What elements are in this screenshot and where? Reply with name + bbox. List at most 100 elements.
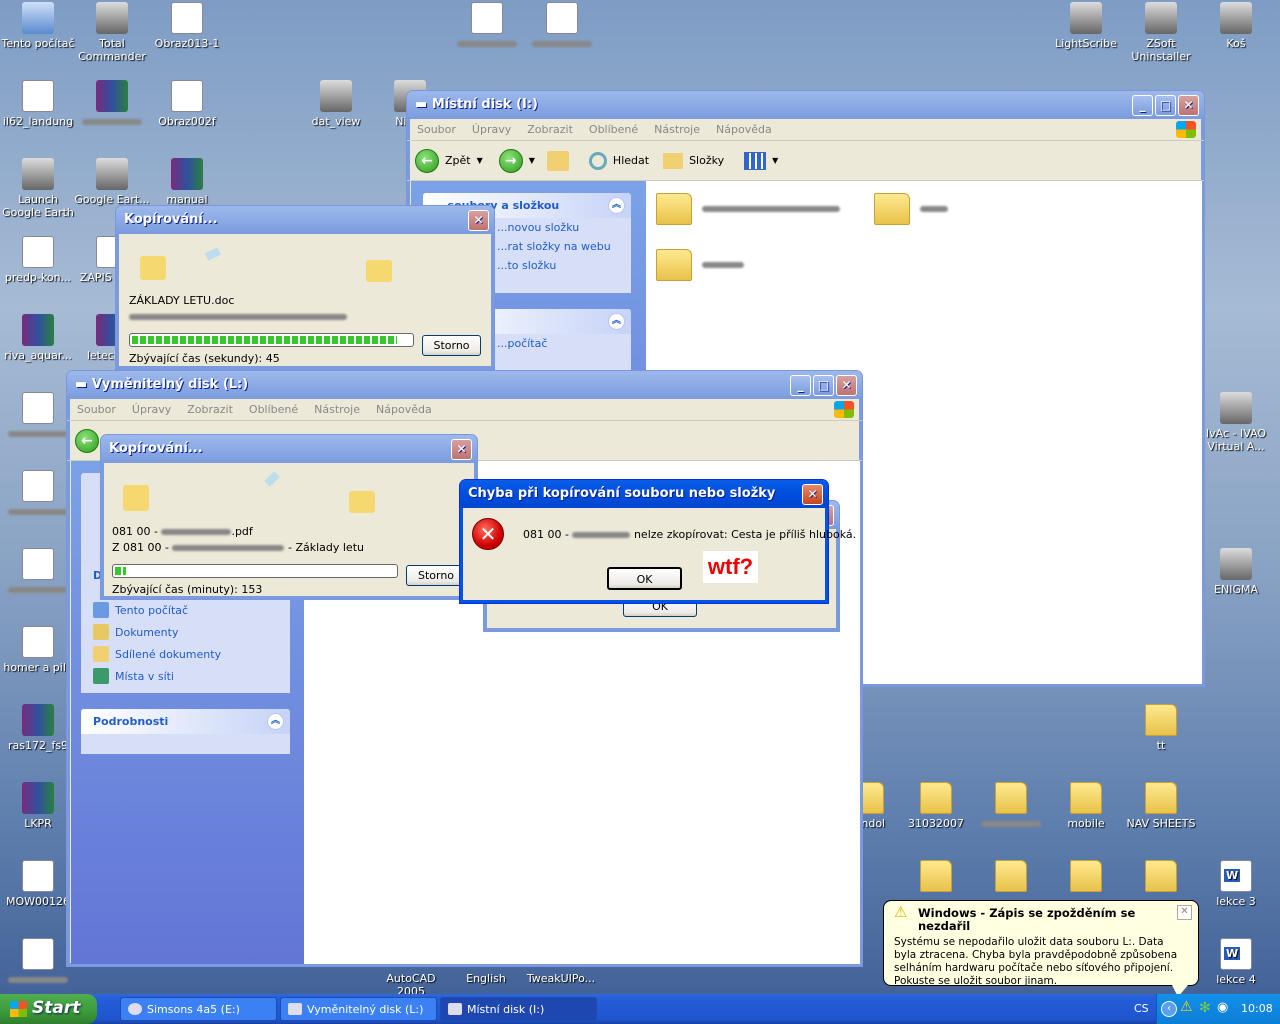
minimize-button[interactable]: _: [1132, 95, 1153, 116]
desktop-icon[interactable]: [1123, 860, 1199, 895]
close-button[interactable]: ✕: [802, 484, 823, 505]
language-indicator[interactable]: CS: [1134, 1002, 1149, 1015]
place-link-sdilene-dokumenty[interactable]: Sdílené dokumenty: [81, 643, 290, 665]
menu-upravy[interactable]: Úpravy: [132, 403, 171, 416]
desktop-icon[interactable]: MOW00126: [0, 860, 76, 908]
desktop-icon[interactable]: Tento počítač: [0, 2, 76, 50]
task-removable-disk-l[interactable]: Vyměnitelný disk (L:): [280, 997, 437, 1021]
green-tray-icon[interactable]: ✻: [1199, 1000, 1211, 1016]
close-button[interactable]: ✕: [836, 375, 857, 396]
back-button[interactable]: Zpět: [445, 154, 471, 167]
place-link-mista-v-siti[interactable]: Místa v síti: [81, 665, 290, 687]
maximize-button[interactable]: □: [1155, 95, 1176, 116]
desktop-icon[interactable]: manual: [149, 158, 225, 206]
folder-item[interactable]: [656, 249, 744, 281]
desktop-icon[interactable]: [898, 860, 974, 895]
desktop-icon[interactable]: Google Eart...: [74, 158, 150, 206]
balloon-close-button[interactable]: ✕: [1177, 905, 1192, 920]
cancel-button[interactable]: Storno: [422, 335, 481, 356]
close-button[interactable]: ✕: [1178, 95, 1199, 116]
search-button[interactable]: Hledat: [613, 154, 649, 167]
desktop-icon[interactable]: [1048, 860, 1124, 895]
views-icon[interactable]: [744, 151, 767, 170]
desktop-icon[interactable]: [0, 548, 76, 596]
show-hidden-icons-button[interactable]: ‹: [1161, 1001, 1177, 1017]
desktop-icon[interactable]: TweakUIPo...: [523, 972, 599, 985]
search-icon[interactable]: [588, 151, 607, 170]
cancel-button[interactable]: Storno: [406, 565, 466, 586]
back-arrow-icon[interactable]: ←: [75, 428, 99, 453]
desktop-icon[interactable]: LightScribe: [1048, 2, 1124, 50]
desktop-icon[interactable]: English: [448, 972, 524, 985]
title-bar[interactable]: Kopírování... ✕: [101, 435, 477, 463]
desktop-icon[interactable]: Koš: [1198, 2, 1274, 50]
desktop-icon[interactable]: [973, 782, 1049, 830]
desktop-icon[interactable]: [0, 470, 76, 518]
desktop-icon[interactable]: ENIGMA: [1198, 548, 1274, 596]
title-bar[interactable]: Chyba při kopírování souboru nebo složky…: [460, 480, 828, 508]
menu-oblibene[interactable]: Oblíbené: [249, 403, 298, 416]
forward-arrow-icon[interactable]: →: [498, 148, 523, 173]
task-simsons-e[interactable]: Simsons 4a5 (E:): [120, 997, 277, 1021]
desktop-icon[interactable]: [973, 860, 1049, 895]
desktop-icon[interactable]: lekce 3: [1198, 860, 1274, 908]
views-dropdown-icon[interactable]: ▼: [772, 156, 778, 165]
desktop-icon[interactable]: [0, 392, 76, 440]
desktop-icon[interactable]: [449, 2, 525, 50]
folders-icon[interactable]: [663, 152, 684, 169]
place-link-dokumenty[interactable]: Dokumenty: [81, 621, 290, 643]
menu-nastroje[interactable]: Nástroje: [654, 123, 700, 136]
forward-dropdown-icon[interactable]: ▼: [529, 156, 535, 165]
ok-button[interactable]: OK: [607, 567, 682, 590]
menu-upravy[interactable]: Úpravy: [472, 123, 511, 136]
folder-item[interactable]: [656, 193, 840, 225]
desktop-icon[interactable]: Launch Google Earth: [0, 158, 76, 219]
collapse-chevron-icon[interactable]: ︽: [608, 313, 625, 330]
menu-zobrazit[interactable]: Zobrazit: [527, 123, 573, 136]
collapse-chevron-icon[interactable]: ︽: [267, 713, 284, 730]
desktop-icon[interactable]: 31032007: [898, 782, 974, 830]
desktop-icon[interactable]: IvAc - IVAO Virtual A...: [1198, 392, 1274, 453]
back-dropdown-icon[interactable]: ▼: [477, 156, 483, 165]
warning-tray-icon[interactable]: ⚠: [1180, 999, 1193, 1015]
desktop-icon[interactable]: LKPR: [0, 782, 76, 830]
desktop-icon[interactable]: tt: [1123, 704, 1199, 752]
clock[interactable]: 10:08: [1241, 1002, 1273, 1015]
notification-balloon[interactable]: ⚠ Windows - Zápis se zpožděním se nezdaři…: [883, 900, 1199, 987]
folder-item[interactable]: [874, 193, 948, 225]
desktop-icon[interactable]: [0, 938, 76, 986]
desktop-icon[interactable]: Obraz013-1: [149, 2, 225, 50]
menu-soubor[interactable]: Soubor: [77, 403, 116, 416]
folders-button[interactable]: Složky: [689, 154, 724, 167]
task-local-disk-i[interactable]: Místní disk (I:): [440, 997, 597, 1021]
title-bar[interactable]: Kopírování... ✕: [116, 206, 494, 234]
desktop-icon[interactable]: predp-kon...: [0, 236, 76, 284]
desktop-icon[interactable]: dat_view: [298, 80, 374, 128]
close-button[interactable]: ✕: [468, 210, 489, 231]
menu-napoveda[interactable]: Nápověda: [376, 403, 432, 416]
maximize-button[interactable]: □: [813, 375, 834, 396]
minimize-button[interactable]: _: [790, 375, 811, 396]
desktop-icon[interactable]: ZSoft Uninstaller: [1123, 2, 1199, 63]
menu-napoveda[interactable]: Nápověda: [716, 123, 772, 136]
back-arrow-icon[interactable]: ←: [415, 148, 439, 173]
desktop-icon[interactable]: Total Commander: [74, 2, 150, 63]
speaker-tray-icon[interactable]: ◉: [1217, 1000, 1228, 1015]
desktop-icon[interactable]: lekce 4: [1198, 938, 1274, 986]
desktop-icon[interactable]: homer a pilo: [0, 626, 76, 674]
desktop-icon[interactable]: mobile: [1048, 782, 1124, 830]
close-button[interactable]: ✕: [451, 439, 472, 460]
desktop-icon[interactable]: [524, 2, 600, 50]
menu-nastroje[interactable]: Nástroje: [314, 403, 360, 416]
desktop-icon[interactable]: ras172_fs9: [0, 704, 76, 752]
title-bar[interactable]: ▬ Vyměnitelný disk (L:) _ □ ✕: [67, 371, 862, 399]
desktop-icon[interactable]: riva_aquar...: [0, 314, 76, 362]
collapse-chevron-icon[interactable]: ︽: [608, 197, 625, 214]
start-button[interactable]: Start: [0, 994, 97, 1024]
desktop-icon[interactable]: [74, 80, 150, 128]
desktop-icon[interactable]: NAV SHEETS: [1123, 782, 1199, 830]
menu-zobrazit[interactable]: Zobrazit: [187, 403, 233, 416]
up-folder-icon[interactable]: [546, 150, 569, 171]
desktop-icon[interactable]: il62_landung: [0, 80, 76, 128]
title-bar[interactable]: ▬ Místní disk (I:) _ □ ✕: [407, 91, 1204, 119]
